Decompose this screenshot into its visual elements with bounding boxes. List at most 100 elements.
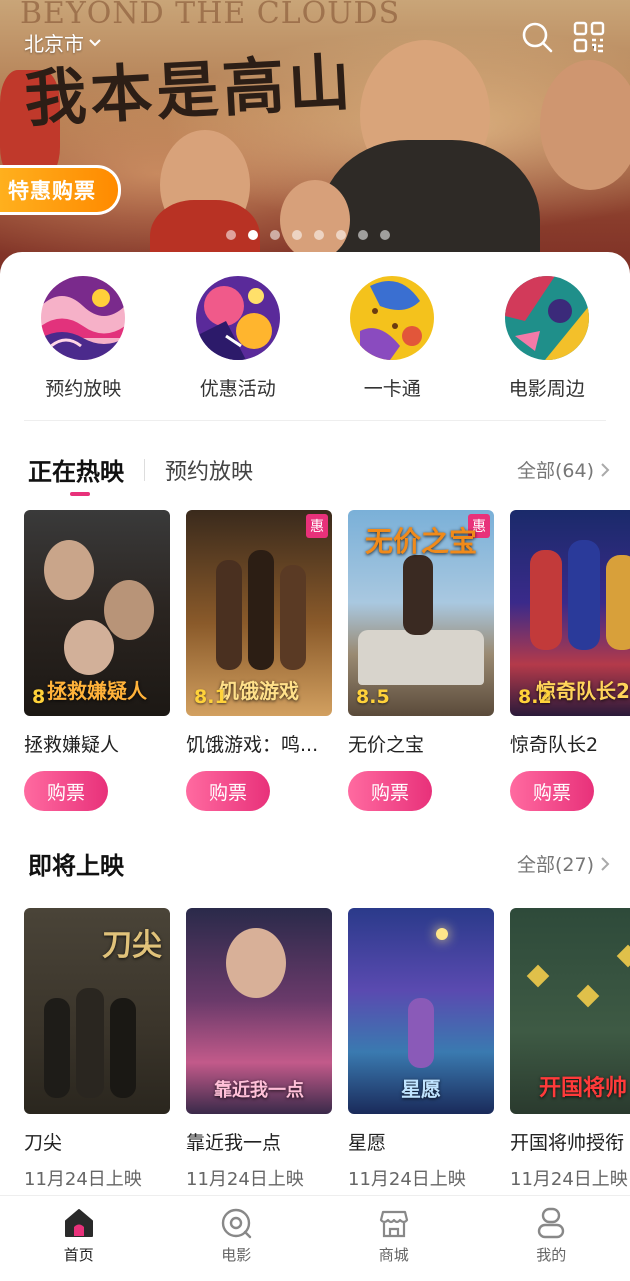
shop-icon <box>377 1206 411 1240</box>
poster-medal <box>527 965 550 988</box>
quick-entry-promotions[interactable]: 优惠活动 <box>163 276 313 401</box>
carousel-dot[interactable] <box>358 230 368 240</box>
poster-title: 拯救嫌疑人 <box>32 675 162 704</box>
movie-score: 8.1 <box>194 686 228 708</box>
profile-icon <box>534 1206 568 1240</box>
card-pattern-icon <box>350 276 434 360</box>
poster-medal <box>577 985 600 1008</box>
quick-entry-reserve[interactable]: 预约放映 <box>8 276 158 401</box>
tab-shop[interactable]: 商城 <box>315 1196 473 1281</box>
release-date: 11月24日上映 <box>510 1165 630 1191</box>
hero-banner[interactable]: BEYOND THE CLOUDS 我本是高山 北京市 特惠购票 <box>0 0 630 290</box>
buy-ticket-button[interactable]: 购票 <box>348 771 432 811</box>
movie-poster[interactable]: 靠近我一点 <box>186 908 332 1114</box>
poster-figure <box>568 540 600 650</box>
poster-figure <box>248 550 274 670</box>
movie-poster[interactable]: 刀尖 <box>24 908 170 1114</box>
movie-name: 星愿 <box>348 1128 494 1155</box>
quick-entry-label: 电影周边 <box>509 374 585 401</box>
movie-name: 靠近我一点 <box>186 1128 332 1155</box>
movie-card[interactable]: 惠 饥饿游戏 8.1 饥饿游戏：鸣... 购票 <box>186 510 332 811</box>
movie-card[interactable]: 刀尖 刀尖 11月24日上映 <box>24 908 170 1191</box>
tab-now-showing-label: 正在热映 <box>28 458 124 486</box>
coming-soon-list: 刀尖 刀尖 11月24日上映 靠近我一点 靠近我一点 11月24日上映 星愿 星… <box>24 908 630 1191</box>
carousel-dot[interactable] <box>292 230 302 240</box>
see-all-label: 全部(27) <box>517 850 594 877</box>
poster-face <box>226 928 286 998</box>
poster-star <box>436 928 448 940</box>
city-name: 北京市 <box>24 28 84 57</box>
now-showing-see-all[interactable]: 全部(64) <box>517 456 610 483</box>
release-date: 11月24日上映 <box>24 1165 170 1191</box>
movie-poster[interactable]: 惠 无价之宝 8.5 <box>348 510 494 716</box>
poster-title: 靠近我一点 <box>194 1076 324 1102</box>
movie-card[interactable]: 惊奇队长2 8.2 惊奇队长2 购票 <box>510 510 630 811</box>
buy-ticket-button[interactable]: 购票 <box>24 771 108 811</box>
carousel-dot[interactable] <box>336 230 346 240</box>
poster-figure <box>216 560 242 670</box>
tab-label: 首页 <box>64 1244 94 1265</box>
carousel-dot[interactable] <box>380 230 390 240</box>
movie-name: 拯救嫌疑人 <box>24 730 170 757</box>
poster-title: 无价之宝 <box>356 520 486 560</box>
coming-soon-header: 即将上映 全部(27) <box>28 846 610 881</box>
tab-now-showing[interactable]: 正在热映 <box>28 452 124 487</box>
discount-badge: 惠 <box>306 514 328 538</box>
movie-card[interactable]: 拯救嫌疑人 8 拯救嫌疑人 购票 <box>24 510 170 811</box>
merch-pattern-icon <box>505 276 589 360</box>
search-icon[interactable] <box>520 20 554 54</box>
banner-girl-2 <box>540 60 630 190</box>
tab-reserve-screening[interactable]: 预约放映 <box>165 454 253 486</box>
movie-card[interactable]: 惠 无价之宝 8.5 无价之宝 购票 <box>348 510 494 811</box>
home-icon <box>62 1206 96 1240</box>
carousel-dot[interactable] <box>226 230 236 240</box>
movie-score: 8.5 <box>356 686 390 708</box>
movie-poster[interactable]: 惠 饥饿游戏 8.1 <box>186 510 332 716</box>
quick-entry-merch[interactable]: 电影周边 <box>472 276 622 401</box>
quick-entry-card[interactable]: 一卡通 <box>317 276 467 401</box>
banner-english-title: BEYOND THE CLOUDS <box>20 0 400 31</box>
poster-face <box>104 580 154 640</box>
tab-separator <box>144 459 145 481</box>
poster-figure <box>110 998 136 1098</box>
tab-indicator <box>70 492 90 496</box>
movie-name: 饥饿游戏：鸣... <box>186 730 332 757</box>
movie-poster[interactable]: 开国将帅 <box>510 908 630 1114</box>
coming-soon-see-all[interactable]: 全部(27) <box>517 850 610 877</box>
movie-card[interactable]: 星愿 星愿 11月24日上映 <box>348 908 494 1191</box>
promo-tag[interactable]: 特惠购票 <box>0 165 121 215</box>
poster-figure <box>530 550 562 650</box>
movie-poster[interactable]: 拯救嫌疑人 8 <box>24 510 170 716</box>
poster-medal <box>617 945 630 968</box>
promotions-pattern-icon <box>196 276 280 360</box>
tab-label: 我的 <box>536 1244 566 1265</box>
tab-profile[interactable]: 我的 <box>473 1196 630 1281</box>
movie-poster[interactable]: 惊奇队长2 8.2 <box>510 510 630 716</box>
carousel-dot-active[interactable] <box>248 230 258 240</box>
buy-ticket-button[interactable]: 购票 <box>186 771 270 811</box>
carousel-dot[interactable] <box>314 230 324 240</box>
banner-girl-3 <box>280 180 350 260</box>
bottom-tab-bar: 首页 电影 商城 我的 <box>0 1195 630 1281</box>
chevron-down-icon <box>88 38 102 48</box>
poster-figure <box>403 555 433 635</box>
chevron-right-icon <box>600 856 610 872</box>
release-date: 11月24日上映 <box>348 1165 494 1191</box>
poster-face <box>44 540 94 600</box>
poster-face <box>64 620 114 675</box>
carousel-dot[interactable] <box>270 230 280 240</box>
movie-card[interactable]: 开国将帅 开国将帅授衔 11月24日上映 <box>510 908 630 1191</box>
movie-card[interactable]: 靠近我一点 靠近我一点 11月24日上映 <box>186 908 332 1191</box>
buy-ticket-button[interactable]: 购票 <box>510 771 594 811</box>
reserve-pattern-icon <box>41 276 125 360</box>
main-content: 预约放映 优惠活动 一卡通 <box>0 252 630 1202</box>
movie-name: 开国将帅授衔 <box>510 1128 630 1155</box>
poster-figure <box>280 565 306 670</box>
tab-label: 电影 <box>221 1244 251 1265</box>
scan-icon[interactable] <box>572 20 606 54</box>
movie-icon <box>219 1206 253 1240</box>
tab-movies[interactable]: 电影 <box>158 1196 316 1281</box>
city-selector[interactable]: 北京市 <box>24 28 102 57</box>
movie-poster[interactable]: 星愿 <box>348 908 494 1114</box>
tab-home[interactable]: 首页 <box>0 1196 158 1281</box>
